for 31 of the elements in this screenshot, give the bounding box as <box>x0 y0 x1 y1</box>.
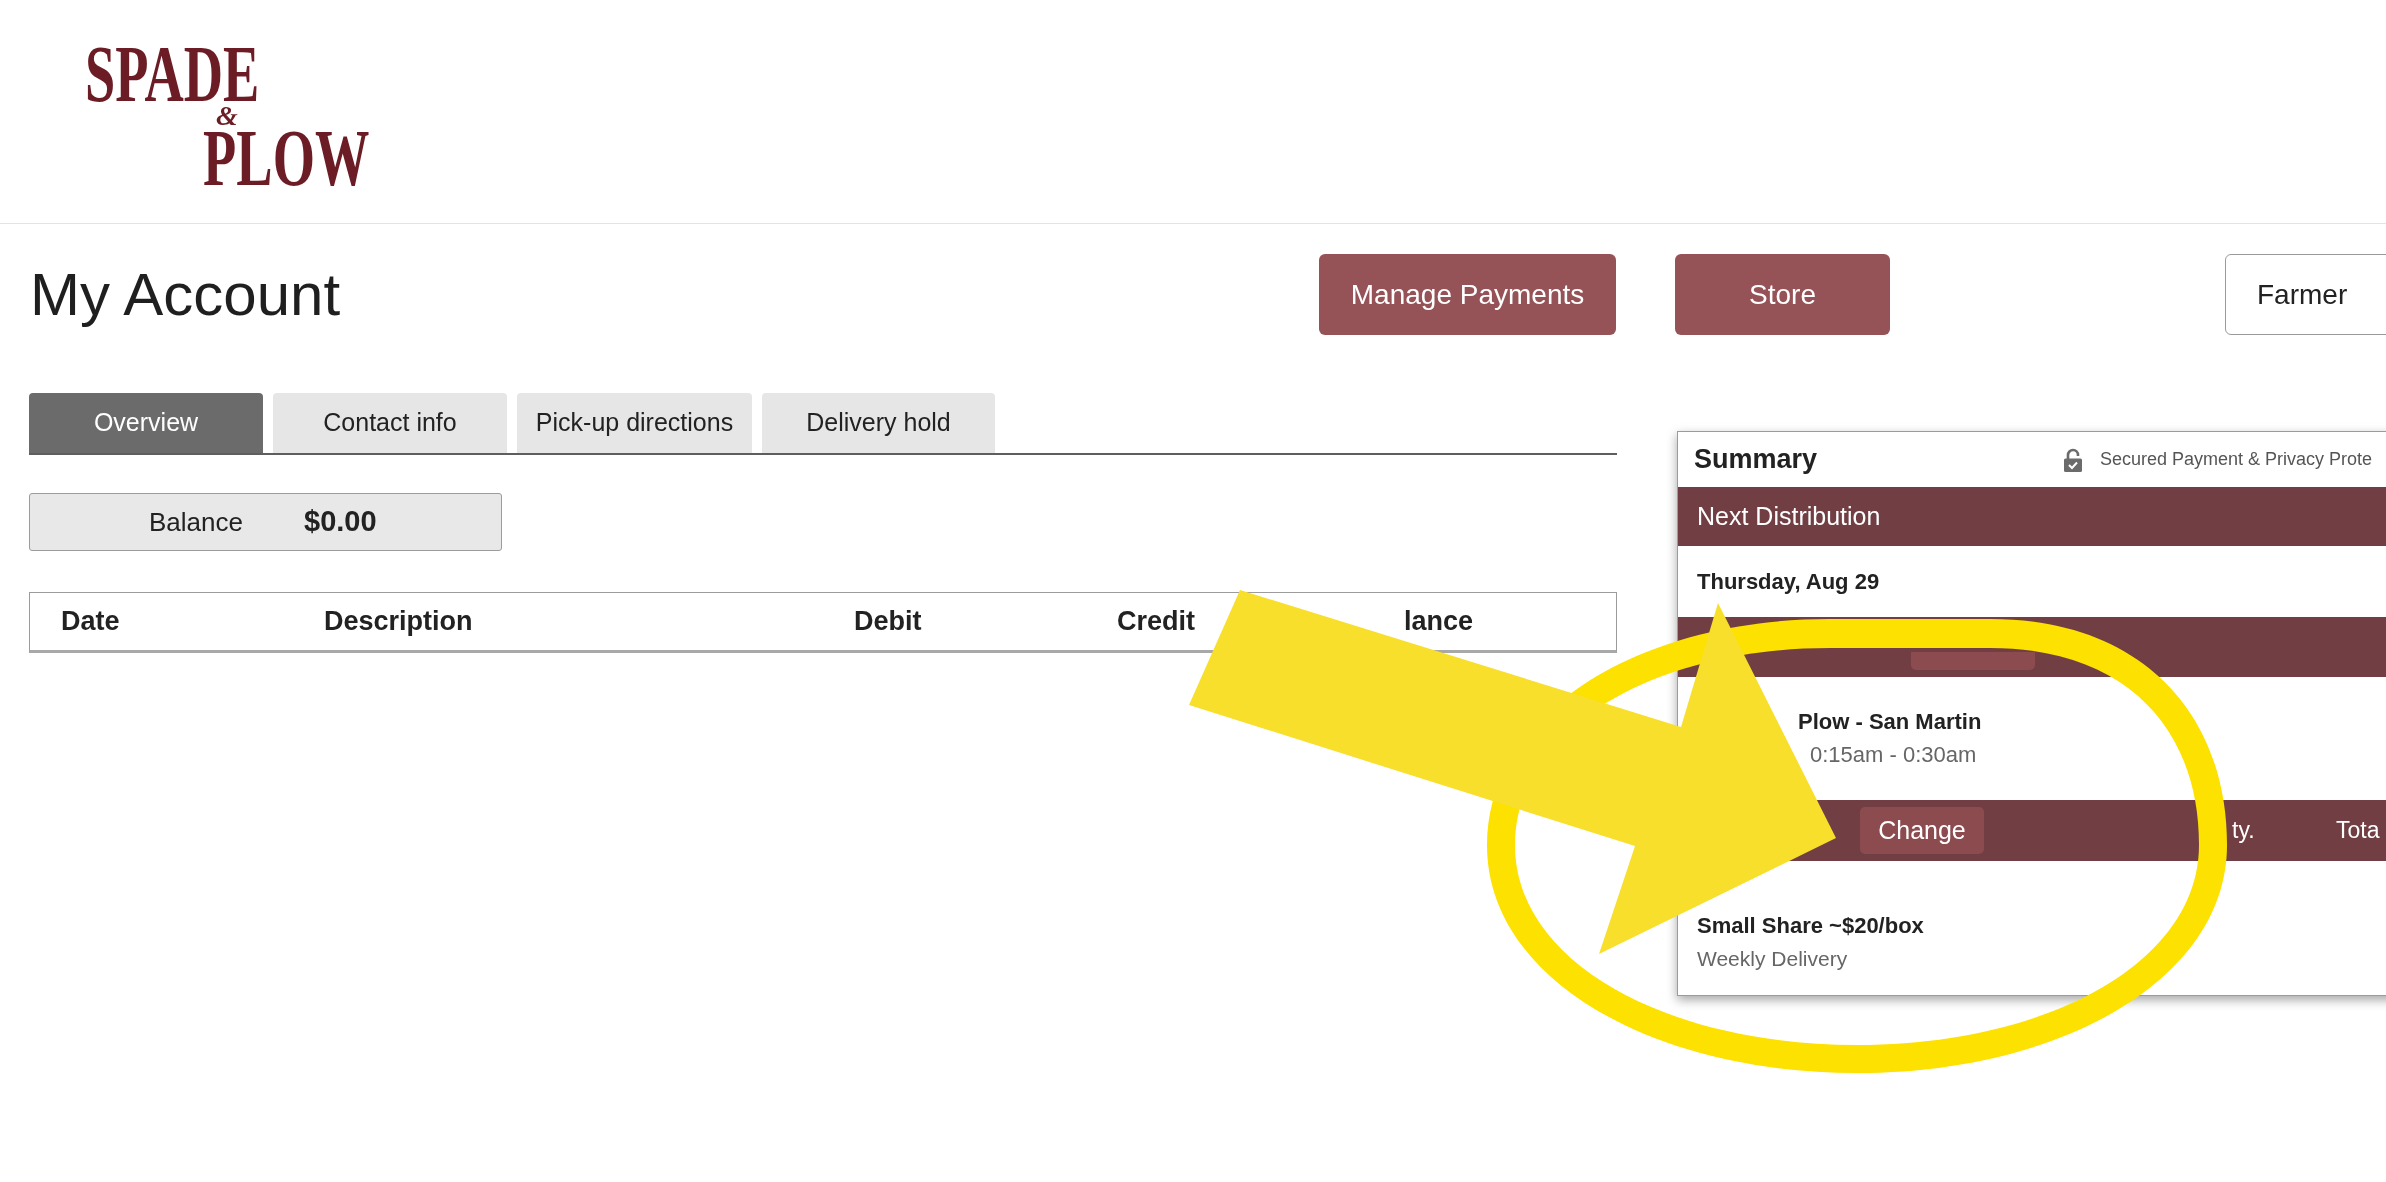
store-button[interactable]: Store <box>1675 254 1890 335</box>
column-header: Credit <box>1117 606 1195 636</box>
column-header: Description <box>324 606 473 636</box>
section-title: Next Distribution <box>1697 500 1881 532</box>
logo-ampersand: & <box>216 104 238 128</box>
logo-wordmark: SPADE <box>85 44 260 104</box>
column-header: lance <box>1404 606 1474 636</box>
pickup-location: Plow - San Martin <box>1798 709 1982 734</box>
change-button[interactable]: Change <box>1860 807 1984 854</box>
security-note: Secured Payment & Privacy Prote <box>2100 448 2373 471</box>
column-header: ty. <box>2232 817 2255 844</box>
column-header: Tota <box>2336 817 2380 844</box>
padlock-icon <box>2063 447 2083 472</box>
panel-title: Summary <box>1694 444 1818 475</box>
balance-amount: $0.00 <box>304 504 377 540</box>
tab[interactable]: Pick-up directions <box>517 393 752 453</box>
column-header: Date <box>61 606 120 636</box>
tab[interactable]: Overview <box>29 393 263 453</box>
page-title: My Account <box>30 259 341 330</box>
payments-button[interactable]: Manage Payments <box>1319 254 1616 335</box>
pickup-time: 0:15am - 0:30am <box>1810 742 1977 767</box>
distribution-date: Thursday, Aug 29 <box>1697 568 1880 596</box>
tab[interactable]: Delivery hold <box>762 393 995 453</box>
logo-wordmark: PLOW <box>203 128 370 188</box>
balance-label: Balance <box>149 506 243 537</box>
item-frequency: Weekly Delivery <box>1697 947 1848 970</box>
column-header: Debit <box>854 606 922 636</box>
header-button[interactable] <box>1911 652 2035 670</box>
item-name: Small Share ~$20/box <box>1697 913 1924 938</box>
select-field[interactable]: Farmer <box>2225 254 2386 335</box>
tab[interactable]: Contact info <box>273 393 507 453</box>
